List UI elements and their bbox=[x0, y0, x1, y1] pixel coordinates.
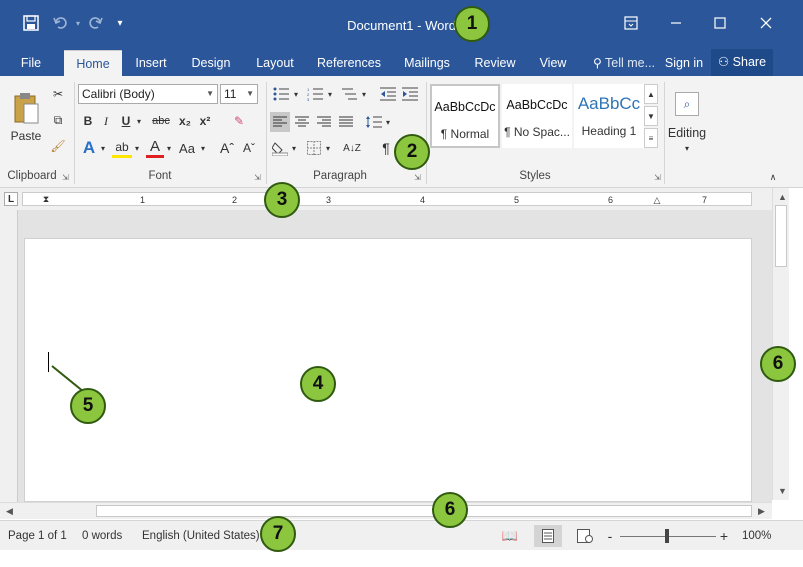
callout-badge: 2 bbox=[394, 134, 430, 170]
callout-badge: 1 bbox=[454, 6, 490, 42]
callout-badge: 7 bbox=[260, 516, 296, 552]
callout-badge: 6 bbox=[432, 492, 468, 528]
callout-badge: 4 bbox=[300, 366, 336, 402]
callout-badge: 3 bbox=[264, 182, 300, 218]
callout-pointer-line bbox=[51, 365, 85, 393]
callout-badge: 5 bbox=[70, 388, 106, 424]
callout-badge: 6 bbox=[760, 346, 796, 382]
